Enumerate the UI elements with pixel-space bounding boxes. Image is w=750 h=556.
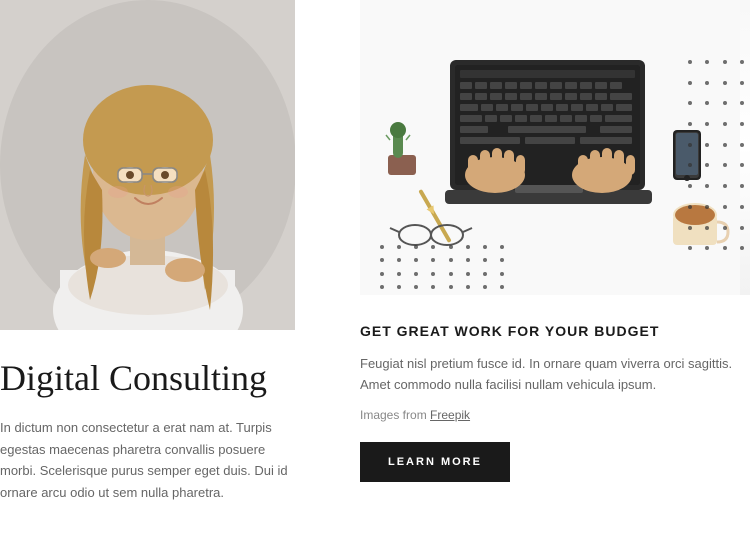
credit-prefix: Images from — [360, 408, 430, 422]
right-text-section: GET GREAT WORK FOR YOUR BUDGET Feugiat n… — [360, 323, 750, 556]
learn-more-button[interactable]: LEARN MORE — [360, 442, 510, 482]
section-heading: GET GREAT WORK FOR YOUR BUDGET — [360, 323, 740, 339]
woman-portrait-image — [0, 0, 295, 330]
page-title: Digital Consulting — [0, 358, 340, 399]
section-description: Feugiat nisl pretium fusce id. In ornare… — [360, 353, 740, 396]
left-text-section: Digital Consulting In dictum non consect… — [0, 330, 340, 503]
page-description: In dictum non consectetur a erat nam at.… — [0, 417, 295, 503]
left-column: Digital Consulting In dictum non consect… — [0, 0, 340, 556]
dot-pattern-bottom — [380, 245, 510, 295]
dot-pattern-right — [688, 60, 750, 260]
right-column: GET GREAT WORK FOR YOUR BUDGET Feugiat n… — [340, 0, 750, 556]
right-image-container — [360, 0, 750, 295]
laptop-desk-image — [360, 0, 750, 295]
freepik-link[interactable]: Freepik — [430, 408, 470, 422]
credit-text: Images from Freepik — [360, 408, 740, 422]
